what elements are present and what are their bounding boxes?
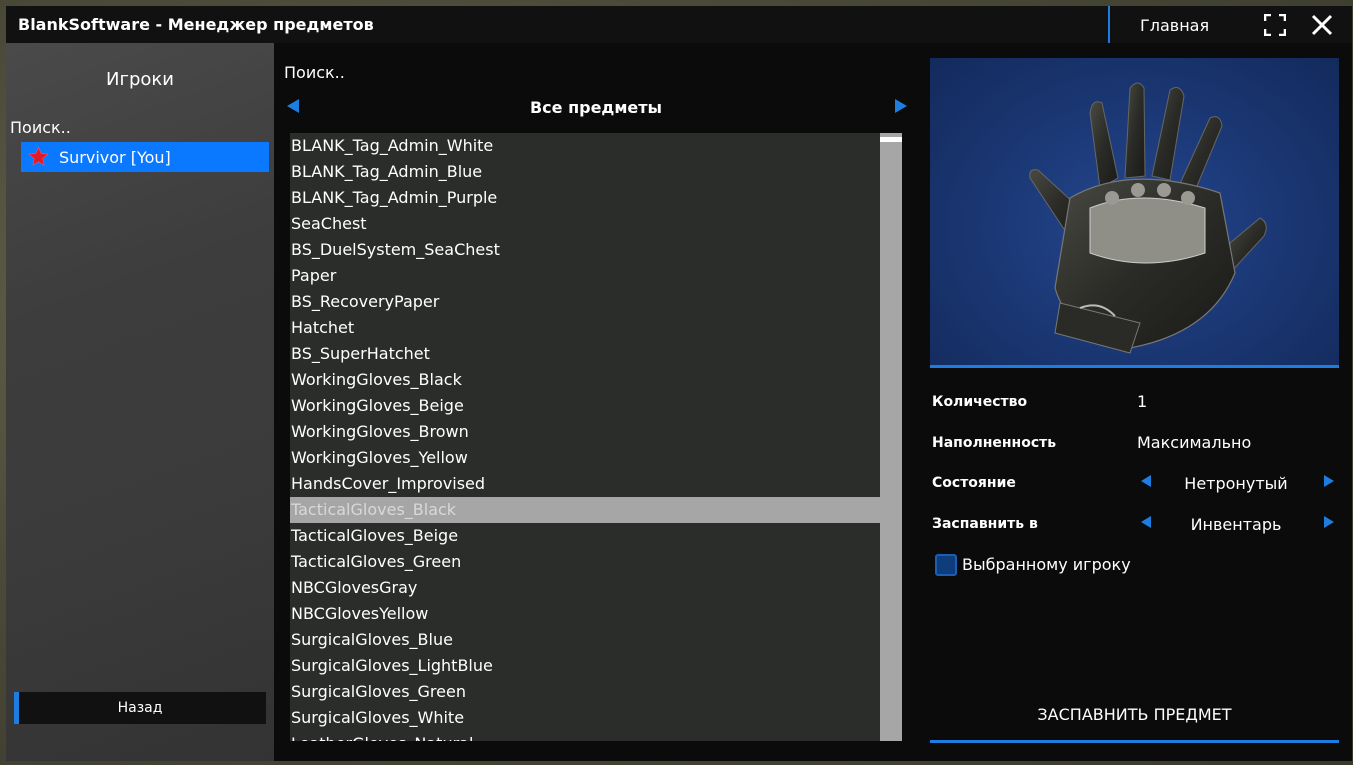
back-button[interactable]: Назад	[14, 692, 266, 724]
item-row[interactable]: BLANK_Tag_Admin_White	[290, 133, 880, 159]
condition-next-arrow-icon[interactable]	[1323, 474, 1335, 488]
players-search-input[interactable]: Поиск..	[10, 118, 71, 137]
category-next-arrow-icon[interactable]	[894, 98, 908, 114]
players-panel: Игроки Поиск.. Survivor [You] Назад	[6, 43, 274, 761]
items-scrollbar[interactable]	[880, 133, 902, 741]
item-row[interactable]: TacticalGloves_Black	[290, 497, 880, 523]
item-row[interactable]: BS_RecoveryPaper	[290, 289, 880, 315]
item-row[interactable]: SurgicalGloves_Green	[290, 679, 880, 705]
item-row[interactable]: HandsCover_Improvised	[290, 471, 880, 497]
item-row[interactable]: WorkingGloves_Beige	[290, 393, 880, 419]
item-row[interactable]: NBCGlovesGray	[290, 575, 880, 601]
close-icon[interactable]	[1311, 14, 1333, 36]
window-title: BlankSoftware - Менеджер предметов	[18, 15, 374, 34]
item-row[interactable]: SurgicalGloves_LightBlue	[290, 653, 880, 679]
fill-label: Наполненность	[932, 435, 1057, 451]
star-icon	[28, 146, 49, 166]
item-row[interactable]: BLANK_Tag_Admin_Purple	[290, 185, 880, 211]
item-row[interactable]: Paper	[290, 263, 880, 289]
fill-value: Максимально	[1137, 433, 1252, 452]
item-row[interactable]: TacticalGloves_Green	[290, 549, 880, 575]
fullscreen-icon[interactable]	[1264, 14, 1286, 36]
items-search-input[interactable]: Поиск..	[284, 63, 345, 82]
condition-value: Нетронутый	[1184, 474, 1288, 493]
item-row[interactable]: BLANK_Tag_Admin_Blue	[290, 159, 880, 185]
item-row[interactable]: NBCGlovesYellow	[290, 601, 880, 627]
item-row[interactable]: WorkingGloves_Black	[290, 367, 880, 393]
item-row[interactable]: WorkingGloves_Yellow	[290, 445, 880, 471]
players-title: Игроки	[106, 69, 174, 90]
player-label: Survivor [You]	[59, 148, 171, 167]
condition-prev-arrow-icon[interactable]	[1140, 474, 1152, 488]
quantity-label: Количество	[932, 394, 1028, 410]
player-item[interactable]: Survivor [You]	[21, 142, 269, 172]
home-button[interactable]: Главная	[1140, 16, 1209, 35]
item-row[interactable]: SeaChest	[290, 211, 880, 237]
item-row[interactable]: WorkingGloves_Brown	[290, 419, 880, 445]
category-prev-arrow-icon[interactable]	[286, 98, 300, 114]
spawn-in-label: Заспавнить в	[932, 516, 1038, 532]
item-row[interactable]: TacticalGloves_Beige	[290, 523, 880, 549]
item-row[interactable]: SurgicalGloves_Blue	[290, 627, 880, 653]
condition-label: Состояние	[932, 475, 1016, 491]
quantity-input[interactable]: 1	[1137, 392, 1147, 411]
item-preview-image	[930, 58, 1339, 365]
item-row[interactable]: LeatherGloves_Natural	[290, 731, 880, 741]
spawn-in-next-arrow-icon[interactable]	[1323, 515, 1335, 529]
category-title: Все предметы	[529, 98, 663, 117]
title-bar: BlankSoftware - Менеджер предметов Главн…	[6, 6, 1352, 43]
spawn-item-button-label: ЗАСПАВНИТЬ ПРЕДМЕТ	[1037, 705, 1232, 724]
title-divider	[1108, 6, 1110, 43]
back-button-label: Назад	[117, 700, 163, 716]
selected-player-label: Выбранному игроку	[962, 555, 1131, 574]
item-row[interactable]: BS_SuperHatchet	[290, 341, 880, 367]
item-row[interactable]: BS_DuelSystem_SeaChest	[290, 237, 880, 263]
spawn-in-value: Инвентарь	[1190, 515, 1282, 534]
app-window: BlankSoftware - Менеджер предметов Главн…	[6, 6, 1352, 761]
glove-image	[1029, 82, 1267, 354]
spawn-in-prev-arrow-icon[interactable]	[1140, 515, 1152, 529]
items-list: BLANK_Tag_Admin_White BLANK_Tag_Admin_Blu…	[290, 133, 880, 741]
preview-underline	[930, 365, 1339, 368]
item-row[interactable]: Hatchet	[290, 315, 880, 341]
spawn-item-button[interactable]: ЗАСПАВНИТЬ ПРЕДМЕТ	[930, 692, 1339, 743]
scrollbar-thumb[interactable]	[880, 137, 902, 142]
spawn-button-underline	[930, 740, 1339, 743]
selected-player-checkbox[interactable]	[935, 554, 957, 576]
item-row[interactable]: SurgicalGloves_White	[290, 705, 880, 731]
